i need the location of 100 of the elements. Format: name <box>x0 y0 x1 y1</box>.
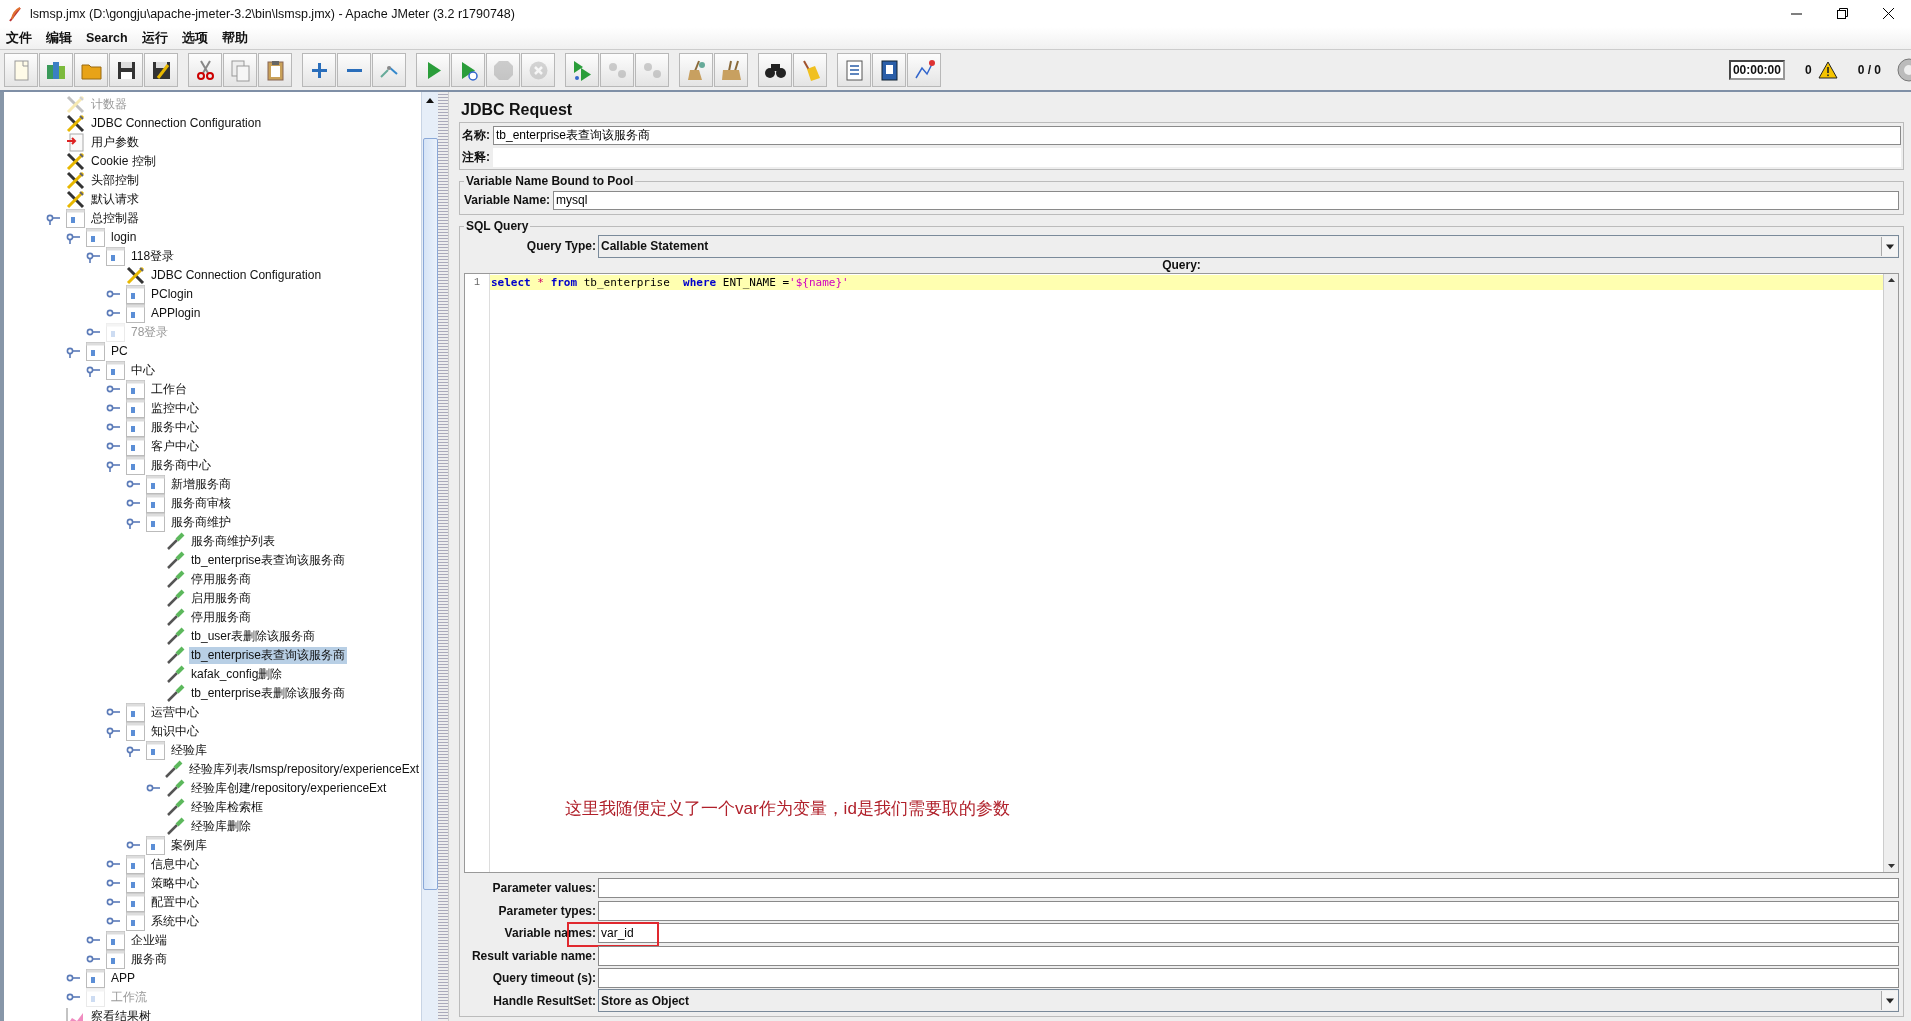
code-editor[interactable]: 1 select * from tb_enterprise where ENT_NAME ='${name}' 这里我随便定义了一个var作为变量，id是我们需要取的参数 <box>464 273 1899 873</box>
tree-item[interactable]: 策略中心 <box>149 875 201 892</box>
toggle-icon[interactable] <box>66 231 80 244</box>
tree-item[interactable]: APPlogin <box>149 305 203 322</box>
menu-item[interactable]: Search <box>86 31 128 45</box>
menu-item[interactable]: 运行 <box>141 29 168 47</box>
tree-item[interactable]: APP <box>109 970 137 987</box>
variable-name-field[interactable]: mysql <box>553 190 1899 210</box>
menu-item[interactable]: 选项 <box>181 29 208 47</box>
toggle-icon[interactable] <box>126 744 140 757</box>
clear-button[interactable] <box>679 53 713 87</box>
text-field[interactable] <box>598 945 1899 966</box>
help-button[interactable] <box>872 53 906 87</box>
tree-item[interactable]: 新增服务商 <box>169 476 233 493</box>
function-helper-button[interactable] <box>837 53 871 87</box>
scrollbar-thumb[interactable] <box>422 138 438 890</box>
tree-item[interactable]: 经验库列表/lsmsp/repository/experienceExt <box>186 761 421 778</box>
paste-button[interactable] <box>258 53 292 87</box>
tree-item[interactable]: 中心 <box>129 362 157 379</box>
tree-item[interactable]: 客户中心 <box>149 438 201 455</box>
tree-item[interactable]: JDBC Connection Configuration <box>89 115 264 132</box>
start-no-pauses-button[interactable] <box>451 53 485 87</box>
tree-item[interactable]: 企业端 <box>129 932 169 949</box>
tree-item[interactable]: PClogin <box>149 286 196 303</box>
tree-item[interactable]: kafak_config删除 <box>189 666 285 683</box>
scrollbar[interactable] <box>421 92 438 1021</box>
menu-item[interactable]: 帮助 <box>221 29 248 47</box>
tree-item[interactable]: 服务商维护 <box>169 514 233 531</box>
tree-item[interactable]: 经验库检索框 <box>189 799 265 816</box>
tree-item[interactable]: 停用服务商 <box>189 571 253 588</box>
save-as-button[interactable] <box>144 53 178 87</box>
start-button[interactable] <box>416 53 450 87</box>
clear-all-button[interactable] <box>714 53 748 87</box>
text-field[interactable]: var_id <box>598 923 1899 944</box>
tree-item[interactable]: 服务中心 <box>149 419 201 436</box>
collapse-all-button[interactable] <box>337 53 371 87</box>
tree-item[interactable]: tb_enterprise表查询该服务商 <box>189 552 348 569</box>
tree-item[interactable]: tb_user表删除该服务商 <box>189 628 318 645</box>
tree-item[interactable]: login <box>109 229 139 246</box>
text-field[interactable] <box>598 878 1899 899</box>
toggle-icon[interactable] <box>86 364 100 377</box>
tree-item[interactable]: 系统中心 <box>149 913 201 930</box>
panel-legend: Variable Name Bound to Pool <box>464 174 636 188</box>
tree-item[interactable]: tb_enterprise表删除该服务商 <box>189 685 348 702</box>
text-field[interactable] <box>598 900 1899 921</box>
toggle-icon[interactable] <box>126 516 140 529</box>
tree-item[interactable]: 配置中心 <box>149 894 201 911</box>
expand-all-button[interactable] <box>302 53 336 87</box>
remote-start-button[interactable] <box>565 53 599 87</box>
menu-item[interactable]: 文件 <box>6 29 32 47</box>
window-icon <box>126 304 145 323</box>
tree-item[interactable]: 服务商维护列表 <box>189 533 277 550</box>
tree-item[interactable]: JDBC Connection Configuration <box>149 267 324 284</box>
toggle-icon[interactable] <box>106 459 120 472</box>
window-icon <box>106 361 125 380</box>
name-field[interactable]: tb_enterprise表查询该服务商 <box>493 125 1901 145</box>
search-button[interactable] <box>758 53 792 87</box>
tree-item[interactable]: 服务商审核 <box>169 495 233 512</box>
tree-item[interactable]: 用户参数 <box>89 134 141 151</box>
toggle-icon[interactable] <box>86 250 100 263</box>
tree-item[interactable]: 经验库 <box>169 742 209 759</box>
result-set-dropdown[interactable]: Store as Object <box>598 989 1899 1013</box>
tree-item[interactable]: 信息中心 <box>149 856 201 873</box>
tree-item[interactable]: 总控制器 <box>89 210 141 227</box>
tree-item[interactable]: 服务商中心 <box>149 457 213 474</box>
caret-icon <box>1881 991 1898 1011</box>
scrollbar[interactable] <box>1883 274 1898 872</box>
text-field[interactable] <box>598 968 1899 989</box>
tree-item[interactable]: 案例库 <box>169 837 209 854</box>
tree-item[interactable]: 监控中心 <box>149 400 201 417</box>
window-icon <box>86 228 105 247</box>
toggle-icon[interactable] <box>46 212 60 225</box>
menu-item[interactable]: 编辑 <box>46 29 72 47</box>
restore-icon <box>1836 8 1848 19</box>
tree-item[interactable]: 停用服务商 <box>189 609 253 626</box>
tree-item[interactable]: 服务商 <box>129 951 169 968</box>
tree-item[interactable]: tb_enterprise表查询该服务商 <box>189 647 348 664</box>
tree-item[interactable]: Cookie 控制 <box>89 153 158 170</box>
toggle-icon[interactable] <box>106 725 120 738</box>
tree-item[interactable]: 头部控制 <box>89 172 141 189</box>
log-viewer-button[interactable] <box>907 53 941 87</box>
field-label: Parameter types: <box>497 903 597 918</box>
tree-item[interactable]: 知识中心 <box>149 723 201 740</box>
toggle-icon[interactable] <box>66 345 80 358</box>
tree-item[interactable]: 经验库创建/repository/experienceExt <box>189 780 389 797</box>
save-button[interactable] <box>109 53 143 87</box>
tree-item[interactable]: PC <box>109 343 130 360</box>
tree-item[interactable]: 经验库删除 <box>189 818 253 835</box>
tree-item[interactable]: 运营中心 <box>149 704 201 721</box>
tree-item[interactable]: 默认请求 <box>89 191 141 208</box>
tree-item[interactable]: 118登录 <box>129 248 177 265</box>
toggle-button[interactable] <box>372 53 406 87</box>
tree-item[interactable]: 察看结果树 <box>89 1008 153 1021</box>
query-type-dropdown[interactable]: Callable Statement <box>598 234 1899 258</box>
tree-item[interactable]: 工作台 <box>149 381 189 398</box>
templates-button[interactable] <box>39 53 73 87</box>
window-icon <box>126 912 145 931</box>
tree-item[interactable]: 启用服务商 <box>189 590 253 607</box>
panel-legend: SQL Query <box>464 219 531 233</box>
cut-button[interactable] <box>188 53 222 87</box>
